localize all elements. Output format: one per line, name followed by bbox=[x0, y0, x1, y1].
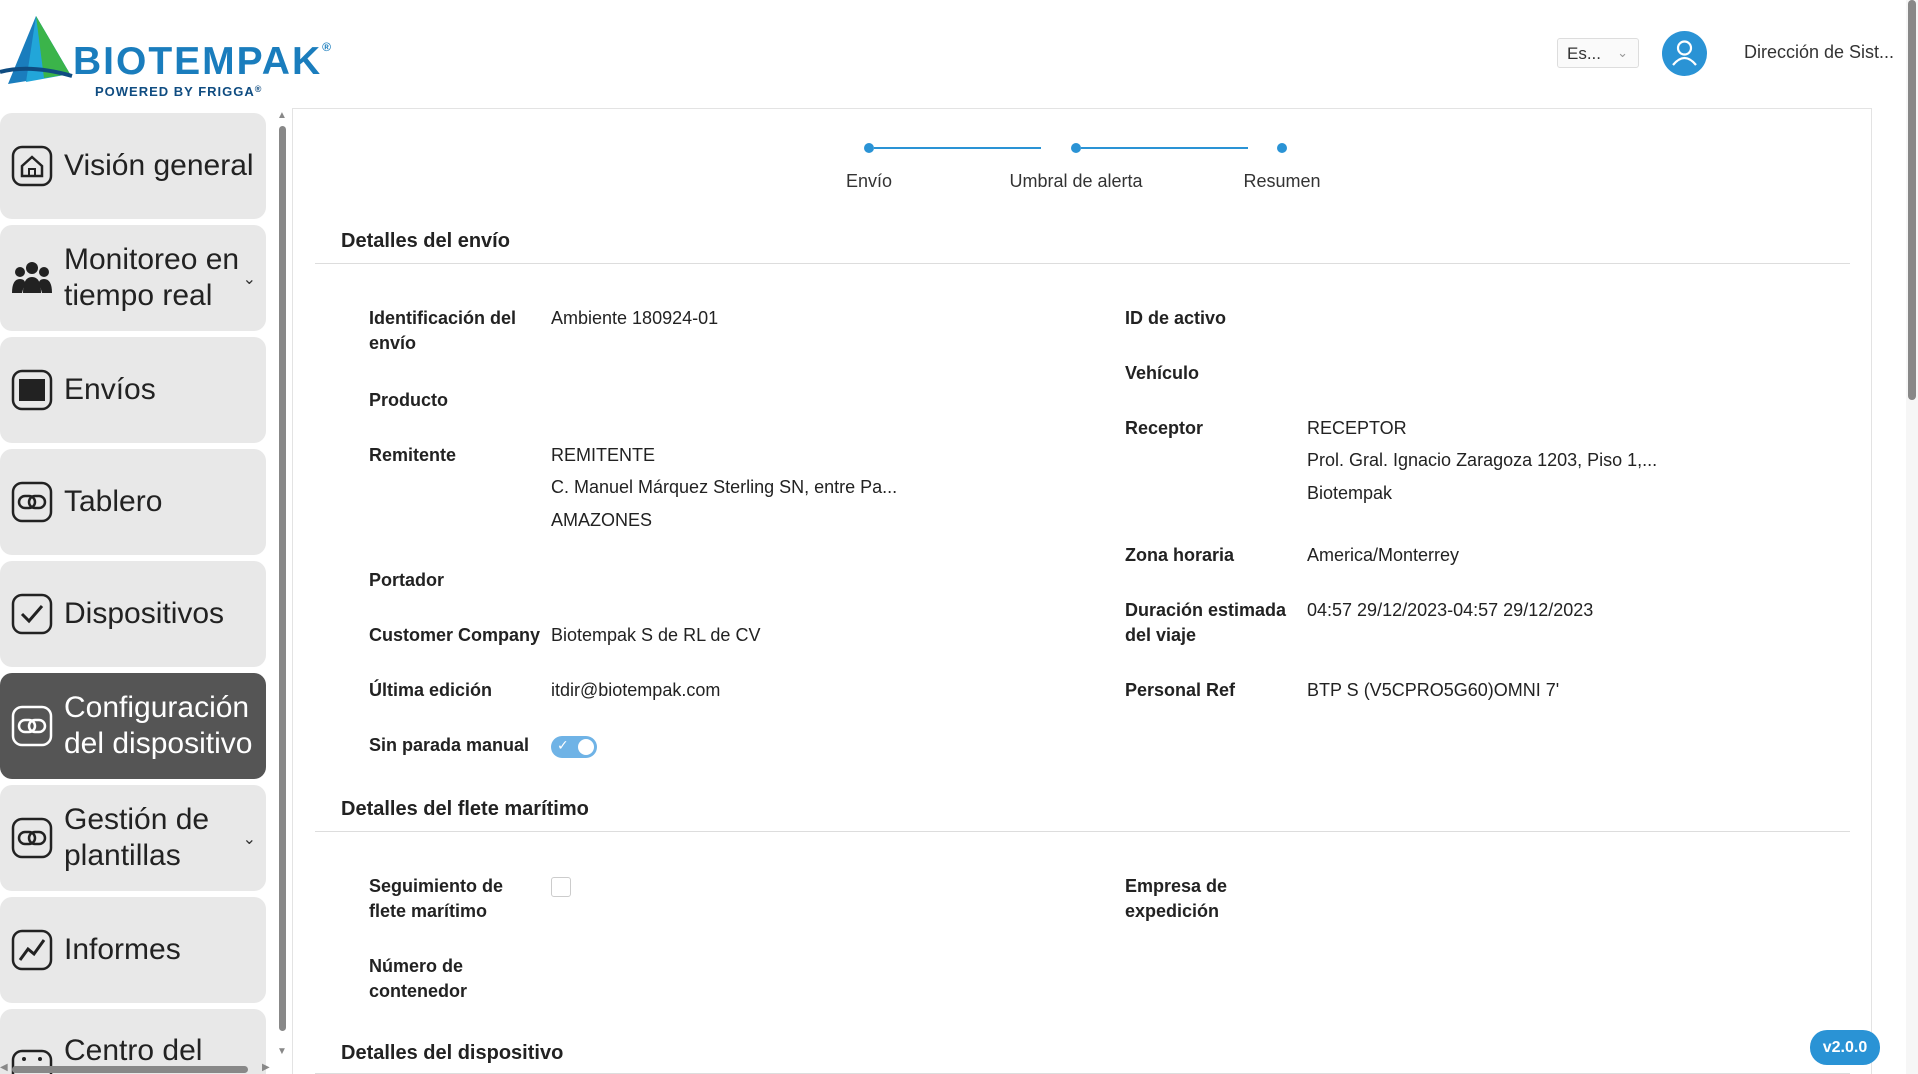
step-dot-resumen[interactable] bbox=[1277, 143, 1287, 153]
people-icon bbox=[12, 262, 52, 293]
language-value: Es... bbox=[1567, 44, 1602, 63]
chevron-down-icon: ⌄ bbox=[242, 831, 256, 848]
chevron-down-icon: ⌄ bbox=[1617, 45, 1628, 60]
stepper-line bbox=[874, 147, 1041, 149]
field-label-trip-duration: Duración estimada del viaje bbox=[1125, 600, 1287, 645]
biotempak-logo[interactable]: BIOTEMPAK® POWERED BY FRIGGA® bbox=[0, 12, 331, 99]
toggle-knob bbox=[578, 739, 594, 755]
field-value-last-edit: itdir@biotempak.com bbox=[551, 680, 721, 700]
sidebar-item-configuracion[interactable]: Configuración del dispositivo bbox=[0, 673, 266, 779]
field-label-receiver: Receptor bbox=[1125, 418, 1204, 438]
field-label-sender: Remitente bbox=[369, 445, 457, 465]
home-icon bbox=[11, 145, 53, 187]
field-label-customer-company: Customer Company bbox=[369, 625, 541, 645]
sidebar-item-vision-general[interactable]: Visión general bbox=[0, 113, 266, 219]
sidebar-horizontal-scrollbar[interactable]: ◀ ▶ bbox=[0, 1062, 274, 1074]
maritime-tracking-checkbox[interactable] bbox=[551, 877, 571, 897]
sidebar-item-label: Dispositivos bbox=[64, 597, 225, 630]
language-select[interactable]: Es... ⌄ bbox=[1557, 38, 1639, 68]
field-value-timezone: America/Monterrey bbox=[1307, 545, 1460, 565]
sidebar-item-gestion-plantillas[interactable]: Gestión de plantillas ⌄ bbox=[0, 785, 266, 891]
field-value-sender-address: C. Manuel Márquez Sterling SN, entre Pa.… bbox=[551, 477, 898, 497]
scrollbar-thumb[interactable] bbox=[12, 1066, 248, 1073]
sidebar-item-label: Monitoreo en tiempo real bbox=[64, 243, 240, 312]
field-label-asset-id: ID de activo bbox=[1125, 308, 1227, 328]
step-dot-envio[interactable] bbox=[864, 143, 874, 153]
version-badge: v2.0.0 bbox=[1810, 1030, 1880, 1065]
field-label-personal-ref: Personal Ref bbox=[1125, 680, 1236, 700]
section-title-shipment: Detalles del envío bbox=[341, 230, 510, 252]
sidebar-item-label: Tablero bbox=[64, 485, 163, 518]
field-value-customer-company: Biotempak S de RL de CV bbox=[551, 625, 761, 645]
field-label-shipment-id: Identificación del envío bbox=[369, 308, 517, 353]
chevron-down-icon: ⌄ bbox=[242, 271, 256, 288]
sidebar-item-label: Gestión de plantillas bbox=[64, 803, 210, 872]
step-label-envio[interactable]: Envío bbox=[846, 171, 892, 192]
field-value-personal-ref: BTP S (V5CPRO5G60)OMNI 7' bbox=[1307, 680, 1560, 700]
user-avatar[interactable] bbox=[1662, 31, 1707, 76]
logo-mark-icon bbox=[0, 16, 73, 84]
checkmark-icon: ✓ bbox=[557, 737, 569, 753]
page-vertical-scrollbar[interactable] bbox=[1906, 0, 1918, 1074]
sidebar-item-label: Informes bbox=[64, 933, 181, 966]
user-name[interactable]: Dirección de Sist... bbox=[1744, 42, 1894, 63]
field-label-container-number: Número de contenedor bbox=[369, 956, 468, 1001]
app-header: BIOTEMPAK® POWERED BY FRIGGA® Es... ⌄ Di… bbox=[0, 0, 1918, 107]
field-value-receiver-company: Biotempak bbox=[1307, 483, 1393, 503]
brand-sub-registered-mark: ® bbox=[254, 84, 263, 94]
field-label-shipping-company: Empresa de expedición bbox=[1125, 876, 1228, 921]
main-content: Envío Umbral de alerta Resumen Detalles … bbox=[292, 108, 1872, 1074]
sidebar-item-envios[interactable]: Envíos bbox=[0, 337, 266, 443]
field-value-receiver-name: RECEPTOR bbox=[1307, 418, 1407, 438]
sidebar-item-informes[interactable]: Informes bbox=[0, 897, 266, 1003]
field-value-sender-city: AMAZONES bbox=[551, 510, 653, 530]
box-icon bbox=[11, 369, 53, 411]
scrollbar-thumb[interactable] bbox=[279, 126, 286, 1031]
link-icon bbox=[11, 481, 53, 523]
stepper: Envío Umbral de alerta Resumen bbox=[843, 139, 1463, 199]
scroll-up-arrow-icon[interactable]: ▲ bbox=[277, 110, 287, 121]
field-value-shipment-id: Ambiente 180924-01 bbox=[551, 308, 719, 328]
section-title-device: Detalles del dispositivo bbox=[341, 1042, 564, 1064]
sidebar-vertical-scrollbar[interactable]: ▲ ▼ bbox=[276, 110, 288, 1065]
sidebar-item-label: Envíos bbox=[64, 373, 156, 406]
sidebar-item-tablero[interactable]: Tablero bbox=[0, 449, 266, 555]
section-divider bbox=[315, 263, 1850, 264]
manual-stop-toggle[interactable]: ✓ bbox=[551, 736, 597, 758]
field-label-maritime-tracking: Seguimiento de flete marítimo bbox=[369, 876, 504, 921]
section-title-maritime: Detalles del flete marítimo bbox=[341, 798, 589, 820]
section-divider bbox=[315, 831, 1850, 832]
field-label-carrier: Portador bbox=[369, 570, 445, 590]
user-icon bbox=[1672, 40, 1697, 66]
sidebar-item-monitoreo[interactable]: Monitoreo en tiempo real ⌄ bbox=[0, 225, 266, 331]
scroll-left-arrow-icon[interactable]: ◀ bbox=[0, 1062, 8, 1073]
field-label-timezone: Zona horaria bbox=[1125, 545, 1235, 565]
scroll-down-arrow-icon[interactable]: ▼ bbox=[277, 1046, 287, 1057]
sidebar-item-dispositivos[interactable]: Dispositivos bbox=[0, 561, 266, 667]
brand-name: BIOTEMPAK bbox=[73, 40, 323, 83]
chart-icon bbox=[11, 929, 53, 971]
sidebar: Visión general Monitoreo en tiempo real … bbox=[0, 110, 268, 1074]
link-icon bbox=[11, 705, 53, 747]
field-label-product: Producto bbox=[369, 390, 448, 410]
link-icon bbox=[11, 817, 53, 859]
field-value-trip-duration: 04:57 29/12/2023-04:57 29/12/2023 bbox=[1307, 600, 1594, 620]
field-label-manual-stop: Sin parada manual bbox=[369, 735, 530, 755]
scroll-right-arrow-icon[interactable]: ▶ bbox=[262, 1062, 270, 1073]
field-value-receiver-address: Prol. Gral. Ignacio Zaragoza 1203, Piso … bbox=[1307, 450, 1658, 470]
field-value-sender-name: REMITENTE bbox=[551, 445, 656, 465]
sidebar-item-label: Configuración del dispositivo bbox=[64, 691, 253, 760]
step-label-resumen[interactable]: Resumen bbox=[1243, 171, 1320, 192]
stepper-line bbox=[1081, 147, 1248, 149]
field-label-vehicle: Vehículo bbox=[1125, 363, 1200, 383]
check-icon bbox=[11, 593, 53, 635]
brand-registered-mark: ® bbox=[322, 40, 333, 54]
field-label-last-edit: Última edición bbox=[369, 680, 493, 700]
scrollbar-thumb[interactable] bbox=[1908, 0, 1916, 400]
step-label-umbral[interactable]: Umbral de alerta bbox=[1009, 171, 1142, 192]
step-dot-umbral[interactable] bbox=[1071, 143, 1081, 153]
sidebar-item-label: Visión general bbox=[64, 149, 254, 182]
brand-subtitle: POWERED BY FRIGGA bbox=[95, 84, 255, 99]
